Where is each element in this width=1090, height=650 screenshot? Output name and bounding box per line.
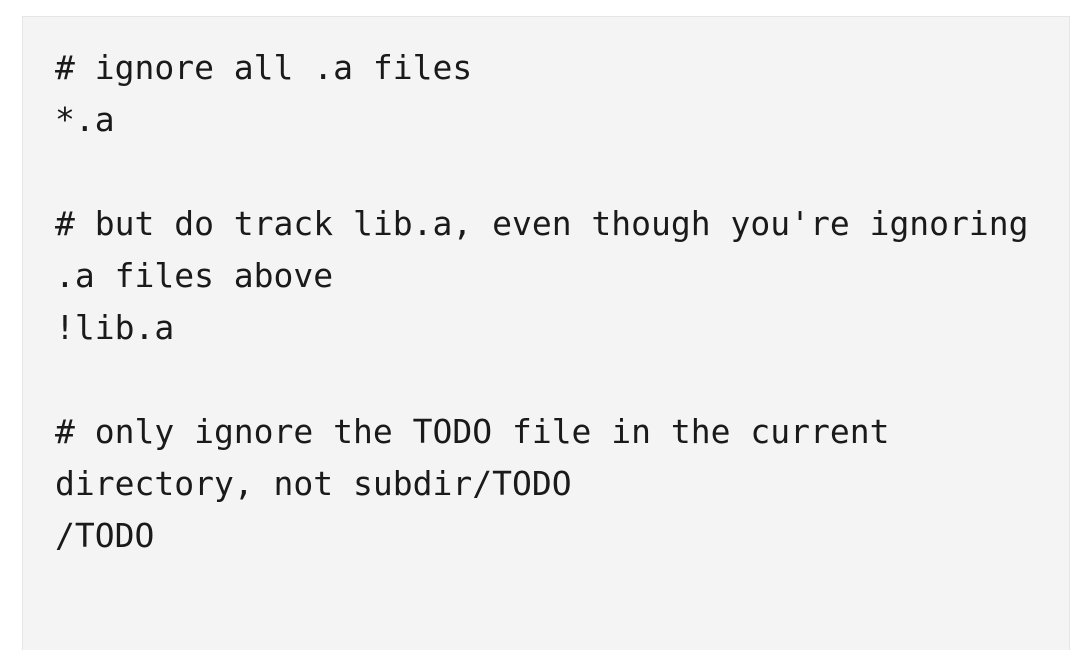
code-line: *.a: [55, 100, 115, 139]
code-line: directory, not subdir/TODO: [55, 464, 572, 503]
code-line: # but do track lib.a, even though you're…: [55, 204, 1029, 243]
code-line: # ignore all .a files: [55, 48, 473, 87]
code-text: # ignore all .a files *.a # but do track l…: [55, 42, 1029, 562]
code-line: /TODO: [55, 516, 155, 555]
code-block: # ignore all .a files *.a # but do track l…: [22, 16, 1070, 650]
code-line: # only ignore the TODO file in the curre…: [55, 412, 890, 451]
code-line: !lib.a: [55, 308, 175, 347]
code-line: .a files above: [55, 256, 334, 295]
